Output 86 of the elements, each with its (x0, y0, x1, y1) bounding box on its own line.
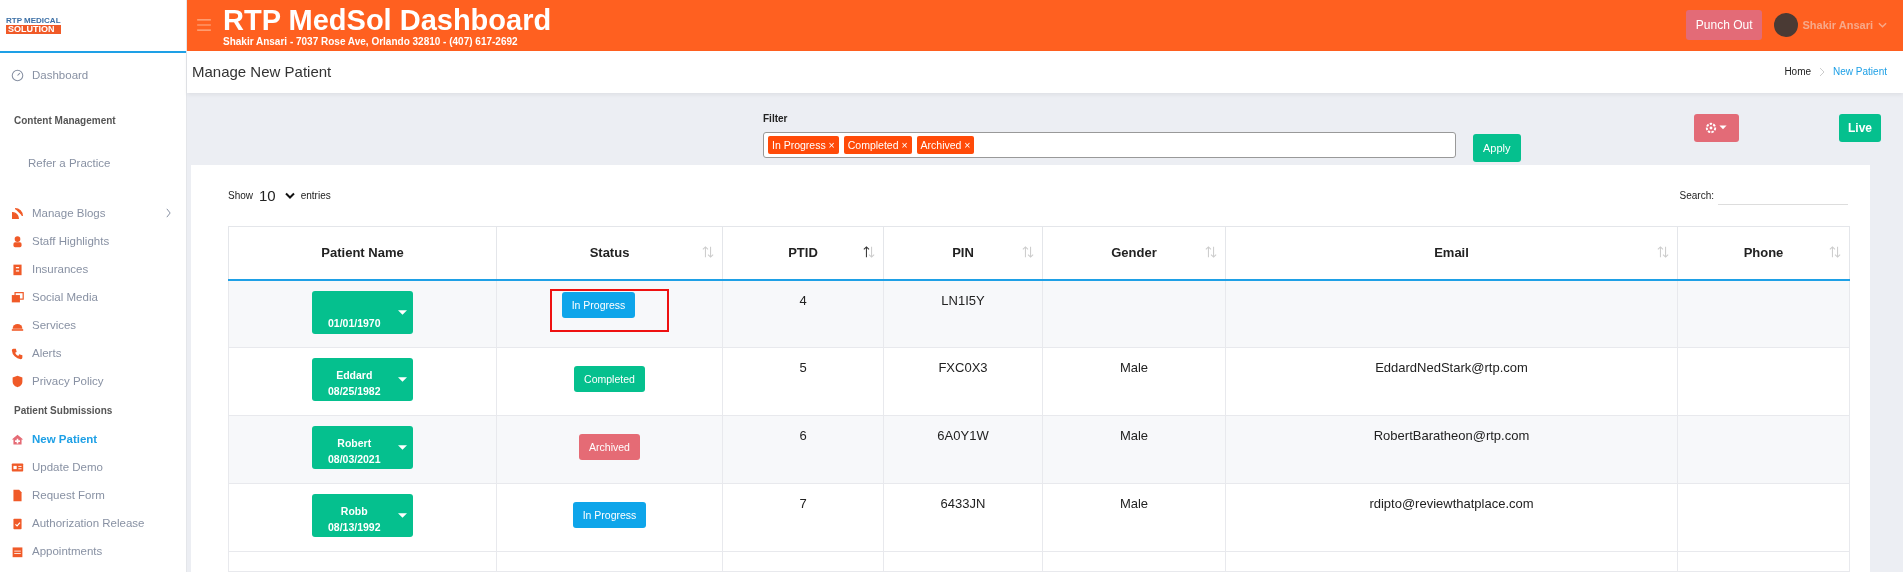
chevron-down-icon (284, 191, 295, 199)
breadcrumb-link[interactable]: Home (1784, 66, 1812, 78)
sidebar-item[interactable]: Authorization Release (0, 509, 186, 537)
table-cell: 6A0Y1W (937, 428, 989, 443)
house-icon (11, 432, 24, 446)
status-badge: Archived (579, 434, 640, 460)
column-header[interactable]: Status (496, 226, 723, 280)
live-button[interactable]: Live (1839, 113, 1881, 142)
column-header[interactable]: Email (1225, 226, 1678, 280)
table-cell: Male (1119, 360, 1149, 375)
punch-out-button[interactable]: Punch Out (1685, 10, 1763, 41)
table-cell: rdipto@reviewthatplace.com (1369, 496, 1534, 511)
breadcrumb-link[interactable]: New Patient (1833, 66, 1887, 78)
entries-label: entries (300, 189, 331, 201)
status-badge: In Progress (561, 291, 636, 318)
clipboard-check-icon (11, 516, 24, 530)
table-cell: 6 (799, 428, 807, 443)
chevron-down-icon (1878, 22, 1887, 29)
sidebar-item[interactable]: Privacy Policy (0, 367, 186, 395)
status-badge: Completed (574, 366, 645, 392)
table-cell: Male (1119, 496, 1149, 511)
page-size-select[interactable]: 10 (259, 186, 295, 204)
table-cell: Male (1119, 428, 1149, 443)
gauge-icon (11, 68, 24, 82)
sidebar-item[interactable]: Dashboard (0, 53, 186, 97)
sidebar-heading: Patient Submissions (13, 404, 114, 418)
patient-dropdown-button[interactable]: Eddard 08/25/1982 (312, 358, 413, 401)
caret-down-icon (398, 445, 407, 450)
sidebar-item[interactable]: Manage Blogs (0, 199, 186, 227)
sidebar-item[interactable]: Appointments (0, 537, 186, 565)
sidebar-item[interactable]: Insurances (0, 255, 186, 283)
sidebar-item[interactable]: Services (0, 311, 186, 339)
table-cell: 4 (799, 292, 807, 308)
table-cell: LN1I5Y (941, 292, 985, 308)
show-label: Show (228, 189, 253, 201)
column-header[interactable]: Gender (1042, 226, 1226, 280)
table-cell: 5 (799, 360, 807, 375)
caret-down-icon (398, 513, 407, 518)
status-badge: In Progress (572, 502, 647, 528)
building-icon (11, 262, 24, 276)
table-cell: 7 (799, 496, 807, 511)
menu-icon[interactable] (197, 19, 211, 32)
column-header[interactable]: PTID (722, 226, 884, 280)
sidebar-item[interactable]: Update Demo (0, 453, 186, 481)
sidebar-item[interactable]: New Patient (0, 425, 186, 453)
column-header[interactable]: PIN (883, 226, 1043, 280)
settings-dropdown-button[interactable] (1694, 113, 1739, 142)
phone-icon (11, 346, 24, 360)
caret-down-icon (398, 309, 407, 315)
patient-dropdown-button[interactable]: 01/01/1970 (312, 290, 413, 334)
table-cell: FXC0X3 (938, 360, 988, 375)
table-cell: 6433JN (940, 496, 986, 511)
patient-dropdown-button[interactable]: Robert 08/03/2021 (312, 426, 413, 469)
person-icon (11, 234, 24, 248)
caret-down-icon (398, 377, 407, 382)
table-cell: RobertBaratheon@rtp.com (1373, 428, 1530, 443)
sidebar-item[interactable]: Staff Highlights (0, 227, 186, 255)
page-title: Manage New Patient (192, 63, 332, 81)
filter-tag[interactable]: Completed × (843, 135, 912, 154)
shield-icon (11, 374, 24, 388)
calendar-icon (11, 544, 24, 558)
chevron-right-icon (165, 208, 172, 218)
avatar-circle[interactable] (1774, 13, 1799, 38)
filter-field[interactable]: In Progress × Completed × Archived × (763, 131, 1456, 158)
column-header[interactable]: Patient Name (228, 226, 497, 280)
sidebar-item[interactable]: Refer a Practice (0, 149, 186, 177)
column-header[interactable]: Phone (1677, 226, 1850, 280)
address-line: Shakir Ansari - 7037 Rose Ave, Orlando 32810 - (407) 617-2692 (223, 35, 519, 47)
dashboard-title: RTP MedSol Dashboard (223, 3, 552, 36)
filter-tag[interactable]: In Progress × (768, 135, 839, 154)
sidebar-item[interactable]: Request Form (0, 481, 186, 509)
table-cell: EddardNedStark@rtp.com (1375, 360, 1528, 375)
search-label: Search: (1679, 189, 1714, 201)
images-icon (11, 290, 24, 304)
apply-button[interactable]: Apply (1473, 133, 1521, 162)
company-logo: RTP MEDICAL SOLUTION (6, 17, 61, 34)
filter-tag[interactable]: Archived × (916, 135, 975, 154)
sidebar-item[interactable]: Alerts (0, 339, 186, 367)
rss-icon (11, 206, 24, 220)
patient-dropdown-button[interactable]: Robb 08/13/1992 (312, 494, 413, 537)
filter-label: Filter (763, 112, 789, 124)
id-card-icon (11, 460, 24, 474)
sidebar-heading: Content Management (13, 114, 117, 128)
sidebar-item[interactable]: Social Media (0, 283, 186, 311)
chevron-right-icon (1819, 66, 1826, 77)
document-icon (11, 488, 24, 502)
